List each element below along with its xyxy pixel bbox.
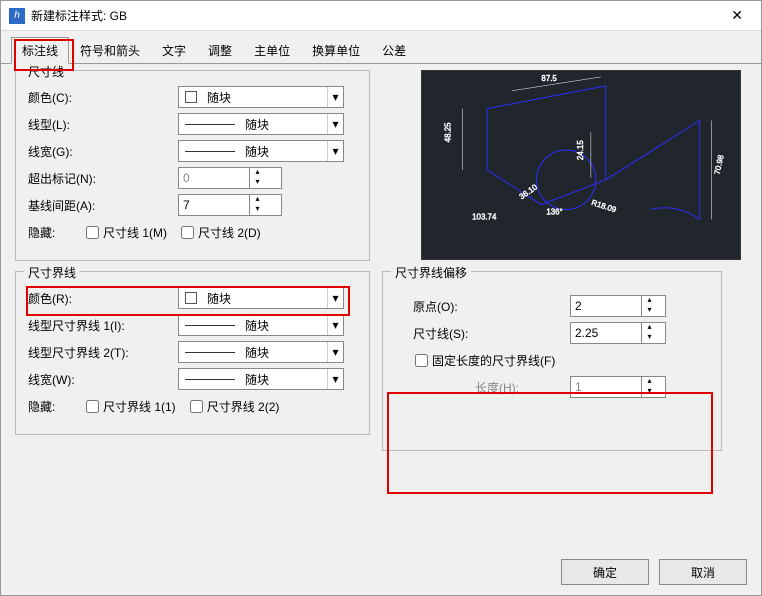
ext-color-combo[interactable]: 随块▾	[178, 287, 344, 309]
dimline2-check[interactable]: 尺寸线 2(D)	[181, 224, 261, 241]
chevron-down-icon: ▾	[327, 141, 343, 161]
svg-text:87.5: 87.5	[541, 74, 557, 83]
close-icon[interactable]: ✕	[721, 3, 753, 28]
dimline-legend: 尺寸线	[24, 63, 68, 80]
ext-lt2-label: 线型尺寸界线 2(T):	[28, 344, 178, 361]
dimension-preview: 87.5 48.25 24.15 70.98 103.74 36.10 136°…	[421, 70, 741, 260]
tab-dimline[interactable]: 标注线	[11, 37, 69, 64]
extend-beyond-label: 超出标记(N):	[28, 170, 178, 187]
spin-down-icon: ▾	[642, 306, 657, 316]
lineweight-combo[interactable]: 随块▾	[178, 140, 344, 162]
tab-arrows[interactable]: 符号和箭头	[69, 37, 151, 64]
cancel-button[interactable]: 取消	[659, 559, 747, 585]
svg-text:R18.09: R18.09	[590, 198, 618, 215]
chevron-down-icon: ▾	[327, 315, 343, 335]
spin-down-icon: ▾	[250, 178, 265, 188]
tab-text[interactable]: 文字	[151, 37, 197, 64]
ext-hide-label: 隐藏:	[28, 398, 86, 415]
baseline-spacing-spin[interactable]: ▴▾	[178, 194, 282, 216]
svg-text:136°: 136°	[546, 207, 562, 216]
chevron-down-icon: ▾	[327, 369, 343, 389]
svg-text:103.74: 103.74	[472, 212, 497, 221]
app-icon: h	[9, 8, 25, 24]
ext-lt2-combo[interactable]: 随块▾	[178, 341, 344, 363]
titlebar: h 新建标注样式: GB ✕	[1, 1, 761, 31]
extline1-check[interactable]: 尺寸界线 1(1)	[86, 398, 176, 415]
ext-lt1-combo[interactable]: 随块▾	[178, 314, 344, 336]
origin-offset-spin[interactable]: ▴▾	[570, 295, 666, 317]
tab-fit[interactable]: 调整	[197, 37, 243, 64]
lineweight-label: 线宽(G):	[28, 143, 178, 160]
dimline1-check[interactable]: 尺寸线 1(M)	[86, 224, 167, 241]
ext-lw-label: 线宽(W):	[28, 371, 178, 388]
svg-text:48.25: 48.25	[443, 122, 452, 142]
ext-color-label: 颜色(R):	[28, 290, 178, 307]
tab-primary[interactable]: 主单位	[243, 37, 301, 64]
tab-tol[interactable]: 公差	[371, 37, 417, 64]
baseline-spacing-label: 基线间距(A):	[28, 197, 178, 214]
origin-offset-label: 原点(O):	[395, 298, 570, 315]
svg-text:36.10: 36.10	[518, 182, 540, 201]
chevron-down-icon: ▾	[327, 288, 343, 308]
spin-down-icon: ▾	[250, 205, 265, 215]
fixed-length-check[interactable]: 固定长度的尺寸界线(F)	[415, 352, 555, 369]
extline-group: 尺寸界线 颜色(R): 随块▾ 线型尺寸界线 1(I): 随块▾ 线型尺寸界线 …	[15, 271, 370, 435]
ext-lt1-label: 线型尺寸界线 1(I):	[28, 317, 178, 334]
chevron-down-icon: ▾	[327, 87, 343, 107]
hide-label: 隐藏:	[28, 224, 86, 241]
chevron-down-icon: ▾	[327, 342, 343, 362]
dimline-group: 尺寸线 颜色(C): 随块▾ 线型(L): 随块▾ 线宽(G): 随块▾ 超出标…	[15, 70, 370, 261]
color-combo[interactable]: 随块▾	[178, 86, 344, 108]
length-label: 长度(H):	[395, 379, 570, 396]
spin-down-icon: ▾	[642, 333, 657, 343]
linetype-label: 线型(L):	[28, 116, 178, 133]
tab-alt[interactable]: 换算单位	[301, 37, 371, 64]
spin-down-icon: ▾	[642, 387, 657, 397]
extline2-check[interactable]: 尺寸界线 2(2)	[190, 398, 280, 415]
ok-button[interactable]: 确定	[561, 559, 649, 585]
ext-lw-combo[interactable]: 随块▾	[178, 368, 344, 390]
tab-bar: 标注线 符号和箭头 文字 调整 主单位 换算单位 公差	[1, 31, 761, 64]
offset-legend: 尺寸界线偏移	[391, 264, 471, 281]
offset-group: 尺寸界线偏移 原点(O): ▴▾ 尺寸线(S): ▴▾ 固定长度的尺寸界线(F)	[382, 271, 722, 451]
dimline-offset-label: 尺寸线(S):	[395, 325, 570, 342]
length-spin: ▴▾	[570, 376, 666, 398]
color-label: 颜色(C):	[28, 89, 178, 106]
svg-text:24.15: 24.15	[576, 140, 585, 160]
svg-text:70.98: 70.98	[713, 153, 726, 175]
extline-legend: 尺寸界线	[24, 264, 80, 281]
chevron-down-icon: ▾	[327, 114, 343, 134]
extend-beyond-spin: ▴▾	[178, 167, 282, 189]
dimline-offset-spin[interactable]: ▴▾	[570, 322, 666, 344]
linetype-combo[interactable]: 随块▾	[178, 113, 344, 135]
window-title: 新建标注样式: GB	[31, 7, 721, 24]
